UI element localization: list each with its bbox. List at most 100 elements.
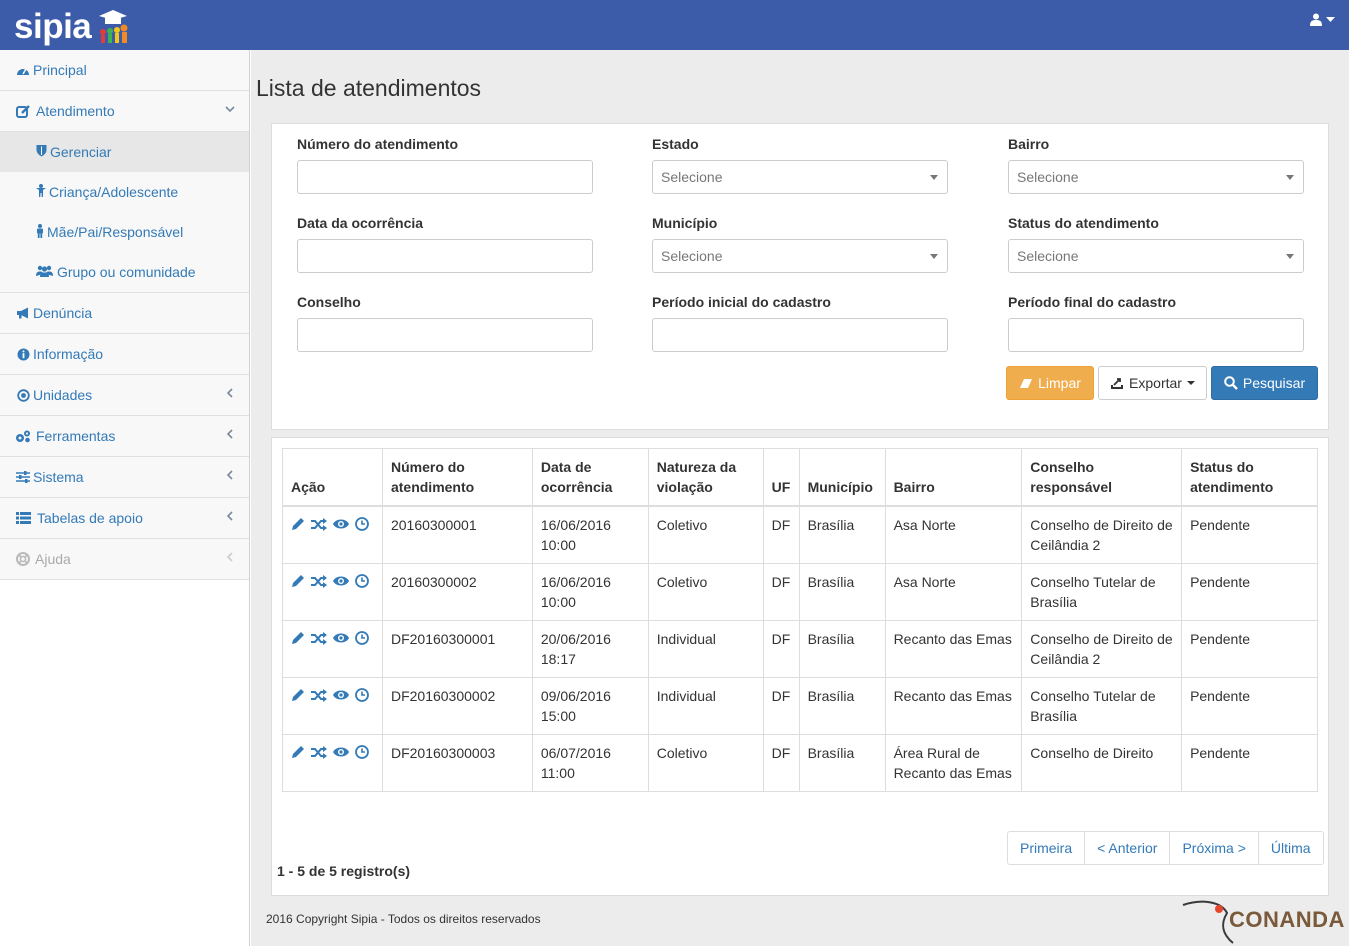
caret-down-icon	[1326, 16, 1335, 22]
estado-select[interactable]: Selecione	[652, 160, 948, 194]
column-header[interactable]: Número do atendimento	[381, 448, 533, 507]
pencil-icon[interactable]	[291, 688, 305, 702]
chevron-left-icon	[225, 469, 235, 483]
sidebar-item-atendimento[interactable]: Atendimento	[0, 91, 249, 132]
column-header[interactable]: Bairro	[884, 448, 1023, 507]
pencil-icon[interactable]	[291, 574, 305, 588]
table-row[interactable]: DF20160300001 20/06/2016 18:17 Individual D…	[282, 620, 1318, 678]
sidebar-item-denuncia[interactable]: Denúncia	[0, 293, 249, 334]
table-row[interactable]: DF20160300003 06/07/2016 11:00 Coletivo DF B…	[282, 734, 1318, 792]
table-row[interactable]: 20160300001 16/06/2016 10:00 Coletivo DF Bra…	[282, 505, 1318, 564]
chevron-left-icon	[225, 551, 235, 565]
logo-text: sipia	[14, 7, 92, 46]
sidebar-item-informacao[interactable]: Informação	[0, 334, 249, 375]
pencil-icon[interactable]	[291, 631, 305, 645]
table-row[interactable]: 20160300002 16/06/2016 10:00 Coletivo DF Bra…	[282, 563, 1318, 621]
last-page-button[interactable]: Última	[1257, 831, 1324, 865]
status-select[interactable]: Selecione	[1008, 239, 1304, 273]
sidebar-item-principal[interactable]: Principal	[0, 50, 249, 91]
column-header[interactable]: Conselho responsável	[1021, 448, 1183, 507]
sidebar-item-label: Mãe/Pai/Responsável	[47, 224, 184, 240]
pesquisar-button[interactable]: Pesquisar	[1211, 366, 1318, 400]
exportar-button[interactable]: Exportar	[1098, 366, 1207, 400]
select-value: Selecione	[1017, 169, 1079, 185]
random-icon[interactable]	[311, 688, 327, 702]
sidebar-item-label: Ajuda	[35, 551, 71, 567]
cell-natureza: Individual	[647, 677, 764, 735]
cell-status: Pendente	[1181, 677, 1318, 735]
users-icon	[36, 264, 53, 280]
cell-numero: DF20160300003	[381, 734, 533, 792]
clock-icon[interactable]	[355, 631, 369, 645]
cell-data: 06/07/2016 11:00	[531, 734, 649, 792]
clock-icon[interactable]	[355, 574, 369, 588]
list-icon	[15, 512, 31, 524]
sidebar-item-label: Tabelas de apoio	[37, 510, 143, 526]
random-icon[interactable]	[311, 631, 327, 645]
column-header[interactable]: Status do atendimento	[1181, 448, 1318, 507]
field-label: Período final do cadastro	[1008, 294, 1177, 310]
row-actions	[282, 734, 383, 792]
sidebar-item-tabelas[interactable]: Tabelas de apoio	[0, 498, 249, 539]
data-ocorrencia-input[interactable]	[297, 239, 593, 273]
eye-icon[interactable]	[333, 575, 349, 587]
sidebar-item-unidades[interactable]: Unidades	[0, 375, 249, 416]
first-page-button[interactable]: Primeira	[1007, 831, 1086, 865]
caret-down-icon	[930, 175, 938, 180]
caret-down-icon	[1286, 254, 1294, 259]
column-header[interactable]: UF	[762, 448, 800, 507]
sidebar-item-responsavel[interactable]: Mãe/Pai/Responsável	[0, 212, 249, 252]
random-icon[interactable]	[311, 517, 327, 531]
results-table: Ação Número do atendimento Data de ocorr…	[282, 448, 1318, 792]
sidebar-item-sistema[interactable]: Sistema	[0, 457, 249, 498]
cell-natureza: Coletivo	[647, 734, 764, 792]
field-conselho: Conselho	[297, 292, 593, 352]
page-title: Lista de atendimentos	[256, 75, 482, 101]
sidebar-item-grupo[interactable]: Grupo ou comunidade	[0, 252, 249, 292]
pencil-icon[interactable]	[291, 745, 305, 759]
clock-icon[interactable]	[355, 517, 369, 531]
field-municipio: Município Selecione	[652, 213, 948, 273]
cell-numero: 20160300001	[381, 505, 533, 564]
sidebar-item-label: Principal	[33, 62, 87, 78]
sidebar-item-gerenciar[interactable]: Gerenciar	[0, 132, 249, 172]
next-page-button[interactable]: Próxima >	[1169, 831, 1259, 865]
user-menu[interactable]	[1310, 13, 1335, 26]
bairro-select[interactable]: Selecione	[1008, 160, 1304, 194]
sidebar-item-label: Criança/Adolescente	[49, 184, 179, 200]
eye-icon[interactable]	[333, 632, 349, 644]
sidebar-item-crianca[interactable]: Criança/Adolescente	[0, 172, 249, 212]
column-header[interactable]: Município	[798, 448, 886, 507]
pencil-icon[interactable]	[291, 517, 305, 531]
caret-down-icon	[930, 254, 938, 259]
column-header[interactable]: Data de ocorrência	[531, 448, 649, 507]
shield-icon	[36, 144, 47, 160]
table-row[interactable]: DF20160300002 09/06/2016 15:00 Individual D…	[282, 677, 1318, 735]
municipio-select[interactable]: Selecione	[652, 239, 948, 273]
periodo-inicial-input[interactable]	[652, 318, 948, 352]
conselho-input[interactable]	[297, 318, 593, 352]
field-label: Número do atendimento	[297, 136, 459, 152]
eye-icon[interactable]	[333, 746, 349, 758]
eye-icon[interactable]	[333, 518, 349, 530]
cell-municipio: Brasília	[798, 563, 886, 621]
random-icon[interactable]	[311, 574, 327, 588]
eye-icon[interactable]	[333, 689, 349, 701]
sidebar-item-ferramentas[interactable]: Ferramentas	[0, 416, 249, 457]
clock-icon[interactable]	[355, 745, 369, 759]
random-icon[interactable]	[311, 745, 327, 759]
sipia-logo[interactable]: sipia	[14, 6, 133, 46]
chevron-left-icon	[225, 428, 235, 442]
cell-status: Pendente	[1181, 734, 1318, 792]
bullhorn-icon	[15, 307, 31, 319]
column-header[interactable]: Natureza da violação	[647, 448, 764, 507]
limpar-button[interactable]: Limpar	[1006, 366, 1094, 400]
sidebar-item-ajuda[interactable]: Ajuda	[0, 539, 249, 580]
periodo-final-input[interactable]	[1008, 318, 1304, 352]
numero-input[interactable]	[297, 160, 593, 194]
prev-page-button[interactable]: < Anterior	[1084, 831, 1171, 865]
column-header[interactable]: Ação	[282, 448, 383, 507]
results-panel: Ação Número do atendimento Data de ocorr…	[271, 437, 1329, 896]
chevron-down-icon	[225, 103, 235, 117]
clock-icon[interactable]	[355, 688, 369, 702]
